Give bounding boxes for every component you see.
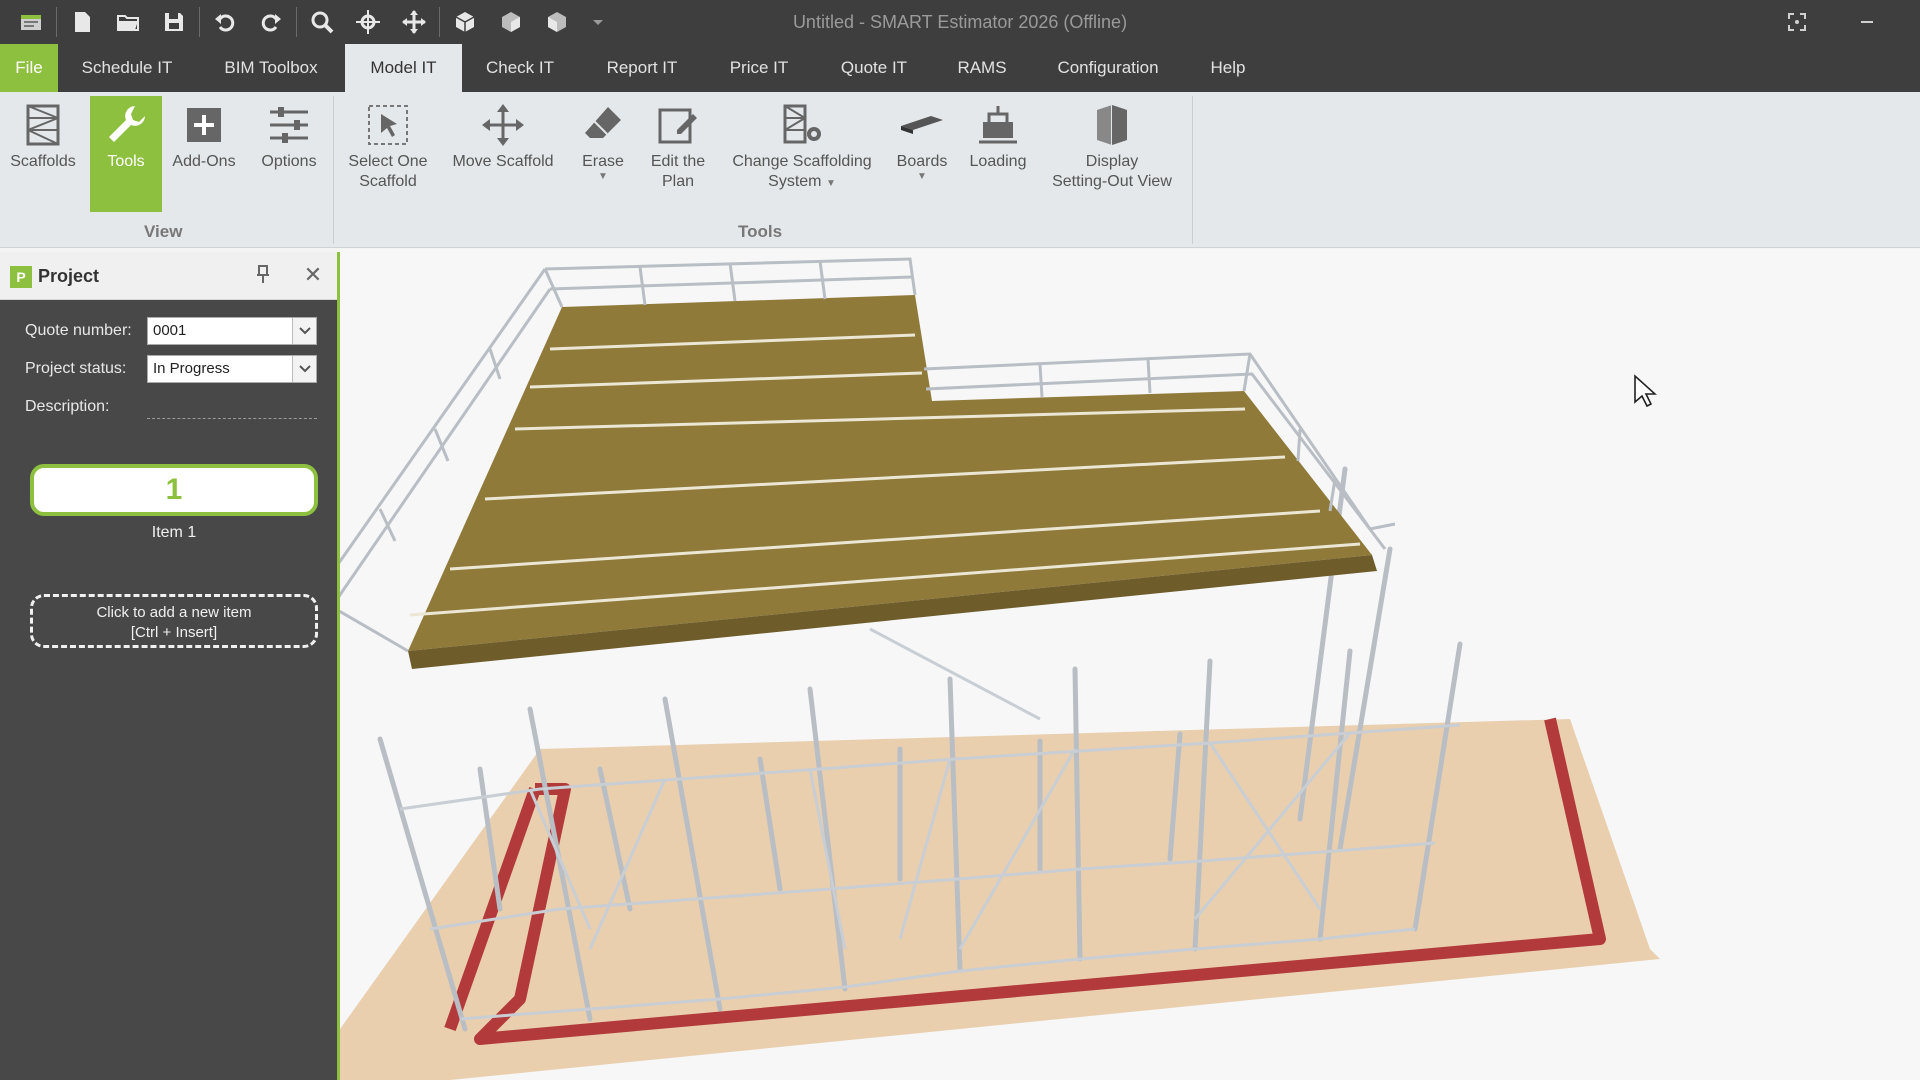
item-card[interactable]: 1 bbox=[30, 464, 318, 516]
project-status-label: Project status: bbox=[25, 360, 127, 377]
toolbar-separator bbox=[199, 7, 200, 37]
tab-schedule-it[interactable]: Schedule IT bbox=[62, 44, 192, 92]
customize-dropdown-icon[interactable] bbox=[580, 0, 616, 44]
loading-button[interactable]: Loading bbox=[960, 96, 1036, 212]
tab-model-it[interactable]: Model IT bbox=[345, 44, 462, 92]
tab-check-it[interactable]: Check IT bbox=[470, 44, 570, 92]
pin-icon[interactable] bbox=[256, 264, 276, 288]
description-field[interactable] bbox=[147, 418, 317, 419]
tab-rams[interactable]: RAMS bbox=[942, 44, 1022, 92]
scaffold-3d-model[interactable] bbox=[340, 249, 1920, 1080]
tools-button[interactable]: Tools bbox=[90, 96, 162, 212]
board-icon bbox=[901, 116, 943, 134]
boards-dropdown-icon[interactable]: ▼ bbox=[890, 172, 954, 182]
tab-report-it[interactable]: Report IT bbox=[590, 44, 694, 92]
add-new-item-button[interactable]: Click to add a new item [Ctrl + Insert] bbox=[30, 594, 318, 648]
project-panel: P Project ✕ Quote number: 0001 Project s… bbox=[0, 252, 340, 1080]
toolbar-separator bbox=[296, 7, 297, 37]
ribbon-group-separator bbox=[1192, 96, 1193, 244]
project-panel-title: Project bbox=[38, 266, 100, 286]
menu-bar: File Schedule IT BIM Toolbox Model IT Ch… bbox=[0, 44, 1920, 92]
edit-the-plan-button[interactable]: Edit the Plan bbox=[644, 96, 712, 212]
project-status-value: In Progress bbox=[153, 360, 230, 377]
chevron-down-icon[interactable] bbox=[292, 318, 316, 344]
boards-button[interactable]: Boards ▼ bbox=[890, 96, 954, 212]
tab-file[interactable]: File bbox=[0, 44, 58, 92]
add-ons-button[interactable]: Add-Ons bbox=[166, 96, 242, 212]
orbit-icon[interactable] bbox=[345, 0, 391, 44]
tab-help[interactable]: Help bbox=[1190, 44, 1266, 92]
pan-icon[interactable] bbox=[391, 0, 437, 44]
change-system-dropdown-icon[interactable]: ▼ bbox=[826, 178, 836, 189]
erase-dropdown-icon[interactable]: ▼ bbox=[570, 172, 636, 182]
app-icon[interactable] bbox=[8, 0, 54, 44]
redo-icon[interactable] bbox=[248, 0, 294, 44]
view-cube-iso-icon[interactable] bbox=[534, 0, 580, 44]
change-scaffolding-system-button[interactable]: Change Scaffolding System ▼ bbox=[722, 96, 882, 212]
sliders-icon bbox=[270, 107, 308, 143]
tab-bim-toolbox[interactable]: BIM Toolbox bbox=[206, 44, 336, 92]
item-label: Item 1 bbox=[151, 524, 197, 541]
view-group-label: View bbox=[144, 222, 183, 241]
edit-plan-icon bbox=[658, 108, 697, 144]
minimize-button[interactable] bbox=[1842, 0, 1892, 44]
tab-price-it[interactable]: Price IT bbox=[712, 44, 806, 92]
move-arrows-icon bbox=[482, 104, 524, 146]
scaffold-settings-icon bbox=[783, 104, 821, 144]
select-one-scaffold-button[interactable]: Select One Scaffold bbox=[340, 96, 436, 212]
zoom-icon[interactable] bbox=[299, 0, 345, 44]
undo-icon[interactable] bbox=[202, 0, 248, 44]
title-bar: Untitled - SMART Estimator 2026 (Offline… bbox=[0, 0, 1920, 44]
move-scaffold-button[interactable]: Move Scaffold bbox=[444, 96, 562, 212]
save-icon[interactable] bbox=[151, 0, 197, 44]
scaffold-frame-icon bbox=[26, 104, 60, 146]
display-setting-out-view-button[interactable]: Display Setting-Out View bbox=[1044, 96, 1180, 212]
mouse-pointer-icon bbox=[1634, 374, 1657, 408]
quote-number-label: Quote number: bbox=[25, 322, 132, 339]
erase-button[interactable]: Erase ▼ bbox=[570, 96, 636, 212]
add-icon bbox=[187, 108, 221, 142]
minimize-icon bbox=[1861, 21, 1873, 23]
3d-viewport[interactable] bbox=[340, 249, 1920, 1080]
fullscreen-button[interactable] bbox=[1772, 0, 1822, 44]
app-window: Untitled - SMART Estimator 2026 (Offline… bbox=[0, 0, 1920, 1080]
new-file-icon[interactable] bbox=[59, 0, 105, 44]
tools-group-label: Tools bbox=[738, 222, 783, 241]
eraser-icon bbox=[585, 107, 621, 138]
project-status-combo[interactable]: In Progress bbox=[147, 355, 317, 383]
project-icon: P bbox=[10, 266, 32, 288]
quote-number-value: 0001 bbox=[153, 322, 187, 339]
fullscreen-icon bbox=[1788, 13, 1806, 31]
project-panel-header: P Project ✕ bbox=[0, 252, 337, 300]
tab-configuration[interactable]: Configuration bbox=[1046, 44, 1170, 92]
toolbar-separator bbox=[56, 7, 57, 37]
quote-number-combo[interactable]: 0001 bbox=[147, 317, 317, 345]
tab-quote-it[interactable]: Quote IT bbox=[826, 44, 922, 92]
select-cursor-icon bbox=[368, 105, 408, 145]
chevron-down-icon[interactable] bbox=[292, 356, 316, 382]
scaffolds-button[interactable]: Scaffolds bbox=[2, 96, 84, 212]
open-folder-icon[interactable] bbox=[105, 0, 151, 44]
ribbon-group-separator bbox=[333, 96, 334, 244]
ribbon: Scaffolds Tools Add-Ons Options View Sel… bbox=[0, 92, 1920, 248]
quick-access-toolbar bbox=[0, 0, 616, 44]
description-label: Description: bbox=[25, 398, 110, 415]
wrench-icon bbox=[109, 106, 145, 142]
toolbar-separator bbox=[439, 7, 440, 37]
load-platform-icon bbox=[979, 106, 1017, 144]
close-icon[interactable]: ✕ bbox=[300, 262, 326, 288]
setting-out-view-icon bbox=[1097, 105, 1127, 145]
view-cube-side-icon[interactable] bbox=[488, 0, 534, 44]
view-cube-front-icon[interactable] bbox=[442, 0, 488, 44]
options-button[interactable]: Options bbox=[248, 96, 330, 212]
